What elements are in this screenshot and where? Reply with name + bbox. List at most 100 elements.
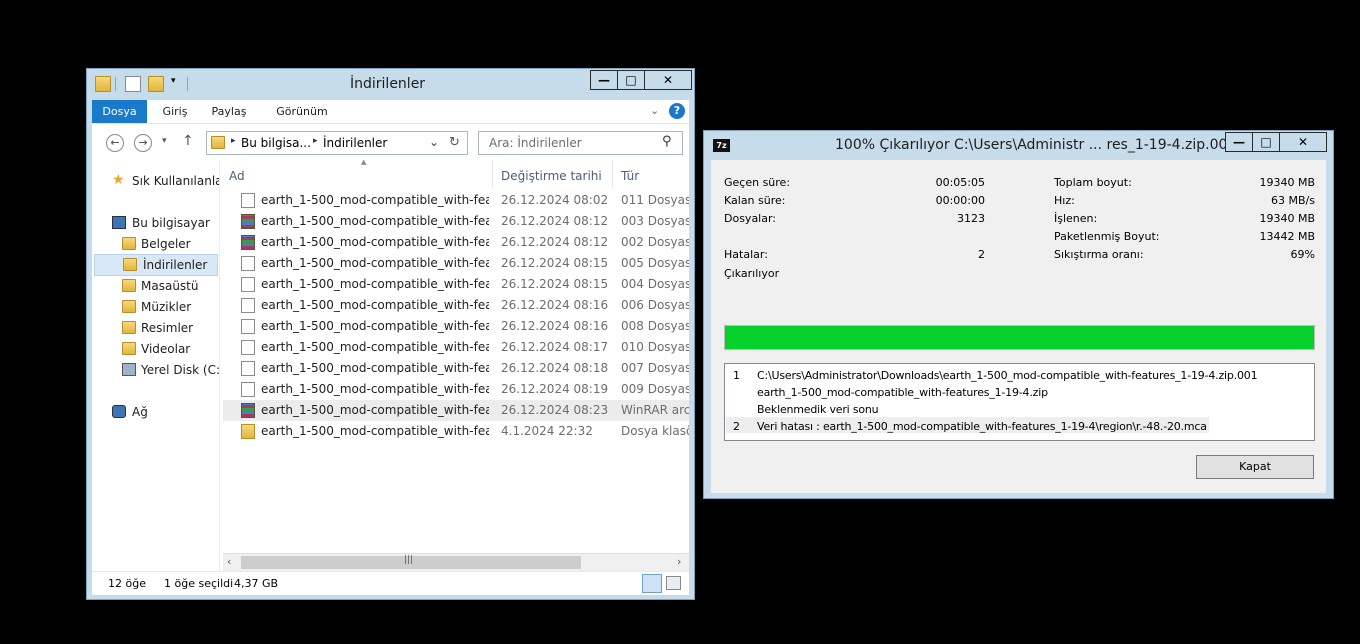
column-header-type[interactable]: Tür <box>621 165 639 187</box>
details-view-icon[interactable] <box>642 574 662 593</box>
file-row[interactable]: earth_1-500_mod-compatible_with-featu...… <box>223 316 689 337</box>
horizontal-scrollbar[interactable]: ‹ ||| › <box>223 553 689 571</box>
ribbon-tabs: Dosya Giriş Paylaş Görünüm ⌄ ? <box>92 100 689 123</box>
explorer-titlebar[interactable]: ▾ İndirilenler — □ ✕ <box>87 69 694 99</box>
large-icons-view-icon[interactable] <box>666 576 681 590</box>
file-row[interactable]: earth_1-500_mod-compatible_with-featu...… <box>223 400 689 421</box>
properties-icon[interactable] <box>125 76 141 92</box>
progress-fill <box>725 326 1314 349</box>
file-row[interactable]: earth_1-500_mod-compatible_with-featu...… <box>223 253 689 274</box>
help-icon[interactable]: ? <box>669 103 685 119</box>
maximize-button[interactable]: □ <box>617 70 645 90</box>
chevron-down-icon[interactable]: ⌄ <box>429 135 439 149</box>
file-type: 011 Dosyası <box>621 193 689 207</box>
file-date: 26.12.2024 08:16 <box>501 319 609 333</box>
maximize-button[interactable]: □ <box>1252 132 1280 152</box>
file-row[interactable]: earth_1-500_mod-compatible_with-featu...… <box>223 379 689 400</box>
column-header-name[interactable]: Ad <box>229 165 245 187</box>
nav-item-downloads[interactable]: İndirilenler <box>94 254 218 276</box>
nav-item-label: Yerel Disk (C:) <box>141 363 220 377</box>
tab-view[interactable]: Görünüm <box>273 100 331 123</box>
message-text: Veri hatası : earth_1-500_mod-compatible… <box>757 420 1207 433</box>
extract-progress-window: 7z 100% Çıkarılıyor C:\Users\Administr .… <box>703 130 1334 499</box>
winrar-icon <box>241 403 255 418</box>
close-button[interactable]: ✕ <box>1279 132 1327 152</box>
file-row[interactable]: earth_1-500_mod-compatible_with-featu...… <box>223 232 689 253</box>
messages-list[interactable]: 1 C:\Users\Administrator\Downloads\earth… <box>724 363 1315 441</box>
minimize-button[interactable]: — <box>1225 132 1253 152</box>
qat-dropdown-icon[interactable]: ▾ <box>171 76 176 86</box>
nav-item-videos[interactable]: Videolar <box>122 339 218 359</box>
back-button[interactable]: ← <box>106 134 124 152</box>
file-date: 26.12.2024 08:12 <box>501 214 609 228</box>
errors-value: 2 <box>978 248 985 261</box>
file-row[interactable]: earth_1-500_mod-compatible_with-featu...… <box>223 337 689 358</box>
pictures-folder-icon <box>122 321 136 334</box>
file-row[interactable]: earth_1-500_mod-compatible_with-featu...… <box>223 358 689 379</box>
scroll-left-icon[interactable]: ‹ <box>227 555 231 568</box>
new-folder-icon[interactable] <box>148 76 164 92</box>
file-icon <box>241 361 255 376</box>
tab-file[interactable]: Dosya <box>92 100 147 123</box>
file-name: earth_1-500_mod-compatible_with-featu... <box>261 340 489 354</box>
explorer-window: ▾ İndirilenler — □ ✕ Dosya Giriş Paylaş … <box>86 68 695 600</box>
total-size-label: Toplam boyut: <box>1054 176 1132 189</box>
packed-size-label: Paketlenmiş Boyut: <box>1054 230 1160 243</box>
close-button[interactable]: ✕ <box>644 70 692 90</box>
window-title: 100% Çıkarılıyor C:\Users\Administr ... … <box>835 137 1237 153</box>
nav-item-desktop[interactable]: Masaüstü <box>122 276 218 296</box>
downloads-folder-icon <box>123 258 137 271</box>
computer-icon <box>112 216 126 229</box>
minimize-button[interactable]: — <box>590 70 618 90</box>
search-icon[interactable]: ⚲ <box>662 134 672 149</box>
downloads-folder-icon <box>211 136 225 149</box>
nav-item-local-disk[interactable]: Yerel Disk (C:) <box>122 360 220 380</box>
file-icon <box>241 298 255 313</box>
address-bar[interactable]: ▸ Bu bilgisa... ▸ İndirilenler ⌄ ↻ <box>206 131 468 155</box>
file-name: earth_1-500_mod-compatible_with-featu... <box>261 256 489 270</box>
breadcrumb-downloads[interactable]: İndirilenler <box>323 136 387 150</box>
elapsed-time-value: 00:05:05 <box>935 176 985 189</box>
file-name: earth_1-500_mod-compatible_with-featu... <box>261 382 489 396</box>
desktop-folder-icon <box>122 279 136 292</box>
processed-value: 19340 MB <box>1259 212 1315 225</box>
column-header-modified[interactable]: Değiştirme tarihi <box>501 165 602 187</box>
documents-folder-icon <box>122 237 136 250</box>
sevenzip-logo-icon: 7z <box>713 139 730 152</box>
file-name: earth_1-500_mod-compatible_with-featu... <box>261 298 489 312</box>
message-text: earth_1-500_mod-compatible_with-features… <box>757 386 1048 399</box>
refresh-icon[interactable]: ↻ <box>449 135 460 150</box>
file-date: 4.1.2024 22:32 <box>501 424 593 438</box>
file-row[interactable]: earth_1-500_mod-compatible_with-featu...… <box>223 421 689 442</box>
file-type: 009 Dosyası <box>621 382 689 396</box>
nav-item-pictures[interactable]: Resimler <box>122 318 218 338</box>
expand-ribbon-icon[interactable]: ⌄ <box>650 104 659 117</box>
forward-button[interactable]: → <box>134 134 152 152</box>
music-folder-icon <box>122 300 136 313</box>
file-date: 26.12.2024 08:12 <box>501 235 609 249</box>
file-type: 005 Dosyası <box>621 256 689 270</box>
nav-item-music[interactable]: Müzikler <box>122 297 218 317</box>
nav-favorites-label: Sık Kullanılanlar <box>132 174 220 188</box>
extract-dialog-body: Geçen süre: 00:05:05 Kalan süre: 00:00:0… <box>711 160 1326 493</box>
file-date: 26.12.2024 08:19 <box>501 382 609 396</box>
up-button[interactable]: ↑ <box>182 133 194 149</box>
remaining-time-label: Kalan süre: <box>724 194 786 207</box>
breadcrumb-this-pc[interactable]: Bu bilgisa... <box>241 136 311 150</box>
file-type: 003 Dosyası <box>621 214 689 228</box>
sort-ascending-icon: ▲ <box>361 160 367 166</box>
close-dialog-button[interactable]: Kapat <box>1196 455 1314 479</box>
recent-locations-icon[interactable]: ▾ <box>162 136 167 146</box>
nav-item-label: Masaüstü <box>141 279 199 293</box>
file-icon <box>241 193 255 208</box>
file-row[interactable]: earth_1-500_mod-compatible_with-featu...… <box>223 211 689 232</box>
search-box[interactable]: Ara: İndirilenler ⚲ <box>478 131 683 155</box>
file-row[interactable]: earth_1-500_mod-compatible_with-featu...… <box>223 274 689 295</box>
scroll-right-icon[interactable]: › <box>677 555 681 568</box>
file-row[interactable]: earth_1-500_mod-compatible_with-featu...… <box>223 295 689 316</box>
file-row[interactable]: earth_1-500_mod-compatible_with-featu...… <box>223 190 689 211</box>
nav-item-documents[interactable]: Belgeler <box>122 234 218 254</box>
tab-share[interactable]: Paylaş <box>208 100 250 123</box>
tab-home[interactable]: Giriş <box>157 100 193 123</box>
navigation-pane: ★ Sık Kullanılanlar Bu bilgisayar Belgel… <box>92 160 220 571</box>
